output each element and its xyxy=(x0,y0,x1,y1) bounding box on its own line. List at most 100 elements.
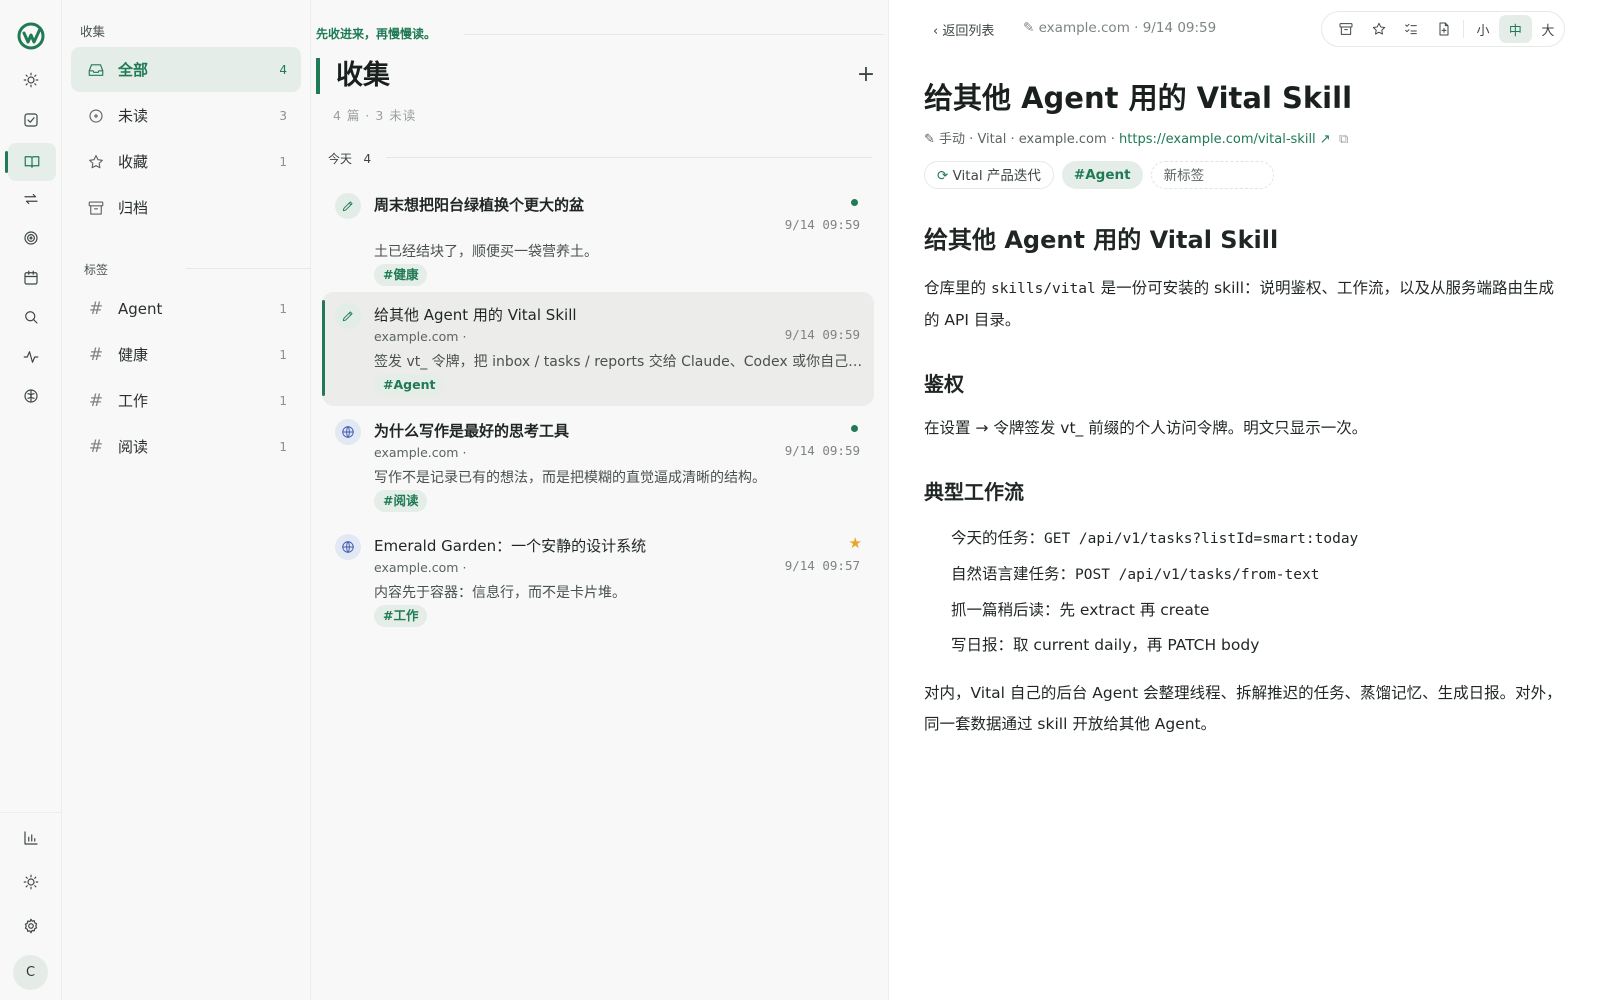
chart-icon[interactable] xyxy=(15,822,47,854)
star-icon[interactable]: ★ xyxy=(849,534,862,552)
article-heading: 给其他 Agent 用的 Vital Skill xyxy=(924,226,1279,254)
file-add-button[interactable] xyxy=(1427,15,1459,43)
nav-item-label: 收藏 xyxy=(118,153,149,171)
item-domain: example.com · xyxy=(374,329,467,344)
list-item: 今天的任务：GET /api/v1/tasks?listId=smart:tod… xyxy=(951,521,1564,557)
brain-icon[interactable] xyxy=(15,380,47,412)
flow-label: 今天的任务： xyxy=(951,529,1045,547)
item-tag[interactable]: #健康 xyxy=(374,264,428,286)
font-size-small-button[interactable]: 小 xyxy=(1467,15,1499,43)
back-button[interactable]: ‹ 返回列表 xyxy=(933,20,994,39)
nav-item-archive[interactable]: 归档 xyxy=(71,185,301,230)
item-tag[interactable]: #工作 xyxy=(374,605,428,627)
font-size-large-button[interactable]: 大 xyxy=(1532,15,1564,43)
tag-item-work[interactable]: # 工作 1 xyxy=(71,378,301,423)
tag-count: 1 xyxy=(279,301,287,316)
item-tag[interactable]: #阅读 xyxy=(374,490,428,512)
item-tag[interactable]: #Agent xyxy=(374,374,445,396)
source-link[interactable]: https://example.com/vital-skill xyxy=(1119,132,1316,147)
section-heading: 典型工作流 xyxy=(924,480,1024,504)
item-title: 为什么写作是最好的思考工具 xyxy=(374,422,570,440)
tag-label: 工作 xyxy=(118,392,149,410)
theme-icon[interactable] xyxy=(15,866,47,898)
sun-icon[interactable] xyxy=(15,64,47,96)
item-time: 9/14 09:59 xyxy=(784,443,860,458)
collection-sidebar: 收集 全部 4 未读 3 收藏 1 归档 标签 # Agent 1 # 健康 1… xyxy=(62,0,350,1000)
font-size-medium-button[interactable]: 中 xyxy=(1499,15,1532,43)
external-link-icon[interactable]: ↗ xyxy=(1316,132,1331,147)
tag-count: 1 xyxy=(279,393,287,408)
group-header: 今天 4 xyxy=(328,150,371,167)
tag-chip[interactable]: #Agent xyxy=(1061,161,1143,189)
nav-item-count: 1 xyxy=(279,154,287,169)
nav-item-count: 3 xyxy=(279,108,287,123)
activity-icon[interactable] xyxy=(15,341,47,373)
meta-source: 手动 xyxy=(939,132,966,147)
item-excerpt: 写作不是记录已有的想法，而是把模糊的直觉逼成清晰的结构。 xyxy=(374,470,766,486)
add-button[interactable]: + xyxy=(855,64,877,86)
tags-heading: 标签 xyxy=(84,263,109,277)
project-label: Vital 产品迭代 xyxy=(952,168,1041,184)
flow-label: 写日报：取 current daily，再 PATCH body xyxy=(951,636,1260,654)
list-item[interactable]: Emerald Garden：一个安静的设计系统 ★ example.com ·… xyxy=(322,523,874,635)
item-domain: example.com · xyxy=(374,560,467,575)
nav-item-starred[interactable]: 收藏 1 xyxy=(71,139,301,184)
flow-label: 自然语言建任务： xyxy=(951,565,1076,583)
tag-label: 健康 xyxy=(118,346,149,364)
target-icon[interactable] xyxy=(15,222,47,254)
inline-code: skills/vital xyxy=(990,281,1096,297)
tag-item-health[interactable]: # 健康 1 xyxy=(71,332,301,377)
calendar-icon[interactable] xyxy=(15,262,47,294)
nav-item-unread[interactable]: 未读 3 xyxy=(71,93,301,138)
section-heading: 鉴权 xyxy=(924,372,964,396)
inline-code: POST /api/v1/tasks/from-text xyxy=(1075,567,1320,583)
nav-item-all[interactable]: 全部 4 xyxy=(71,47,301,92)
nav-item-count: 4 xyxy=(279,62,287,77)
chevron-left-icon: ‹ xyxy=(933,24,943,39)
divider xyxy=(386,157,872,158)
item-title: 周末想把阳台绿植换个更大的盆 xyxy=(374,196,585,214)
project-chip[interactable]: ⟳ Vital 产品迭代 xyxy=(924,161,1054,189)
item-domain: example.com · xyxy=(374,445,467,460)
list-item[interactable]: 周末想把阳台绿植换个更大的盆 9/14 09:59 土已经结块了，顺便买一袋营养… xyxy=(322,182,874,294)
avatar[interactable]: C xyxy=(13,955,48,990)
pencil-icon xyxy=(335,193,361,219)
reader-toolbar: 小 中 大 xyxy=(1321,11,1565,47)
circle-dot-icon xyxy=(86,106,106,126)
search-icon[interactable] xyxy=(15,301,47,333)
rail-divider xyxy=(0,812,61,813)
item-excerpt: 内容先于容器：信息行，而不是卡片堆。 xyxy=(374,585,626,601)
settings-icon[interactable] xyxy=(15,910,47,942)
article-title: 给其他 Agent 用的 Vital Skill xyxy=(924,81,1353,115)
list-item-selected[interactable]: 给其他 Agent 用的 Vital Skill example.com · 9… xyxy=(322,292,874,406)
repeat-icon[interactable] xyxy=(15,183,47,215)
list-item[interactable]: 为什么写作是最好的思考工具 example.com · 9/14 09:59 写… xyxy=(322,408,874,520)
project-icon: ⟳ xyxy=(937,168,953,184)
logo-icon[interactable] xyxy=(15,20,47,52)
meta-top-text: example.com · 9/14 09:59 xyxy=(1038,20,1217,36)
slogan: 先收进来，再慢慢读。 xyxy=(316,27,437,41)
copy-icon[interactable]: ⧉ xyxy=(1339,132,1348,147)
hash-icon: # xyxy=(88,390,104,411)
hash-icon: # xyxy=(88,344,104,365)
nav-item-label: 归档 xyxy=(118,199,149,217)
archive-button[interactable] xyxy=(1330,15,1362,43)
back-label: 返回列表 xyxy=(942,24,995,39)
group-count: 4 xyxy=(363,152,372,166)
list-item: 自然语言建任务：POST /api/v1/tasks/from-text xyxy=(951,557,1564,593)
flow-label: 抓一篇稍后读：先 extract 再 create xyxy=(951,601,1210,619)
item-list-panel: 先收进来，再慢慢读。 收集 + 4 篇 · 3 未读 今天 4 周末想把阳台绿植… xyxy=(311,0,889,1000)
star-button[interactable] xyxy=(1362,15,1394,43)
item-time: 9/14 09:59 xyxy=(784,327,860,342)
globe-icon xyxy=(335,534,361,560)
unread-dot xyxy=(851,425,858,432)
checkbox-icon[interactable] xyxy=(15,104,47,136)
reader-pane: ‹ 返回列表 ✎ example.com · 9/14 09:59 小 中 大 … xyxy=(889,0,1600,1000)
tag-item-agent[interactable]: # Agent 1 xyxy=(71,286,301,331)
list-item: 写日报：取 current daily，再 PATCH body xyxy=(951,628,1564,663)
book-icon[interactable] xyxy=(5,143,56,181)
article-paragraph: 仓库里的 skills/vital 是一份可安装的 skill：说明鉴权、工作流… xyxy=(924,273,1564,336)
new-tag-input[interactable]: 新标签 xyxy=(1150,161,1274,189)
task-list-button[interactable] xyxy=(1395,15,1427,43)
tag-item-reading[interactable]: # 阅读 1 xyxy=(71,424,301,469)
